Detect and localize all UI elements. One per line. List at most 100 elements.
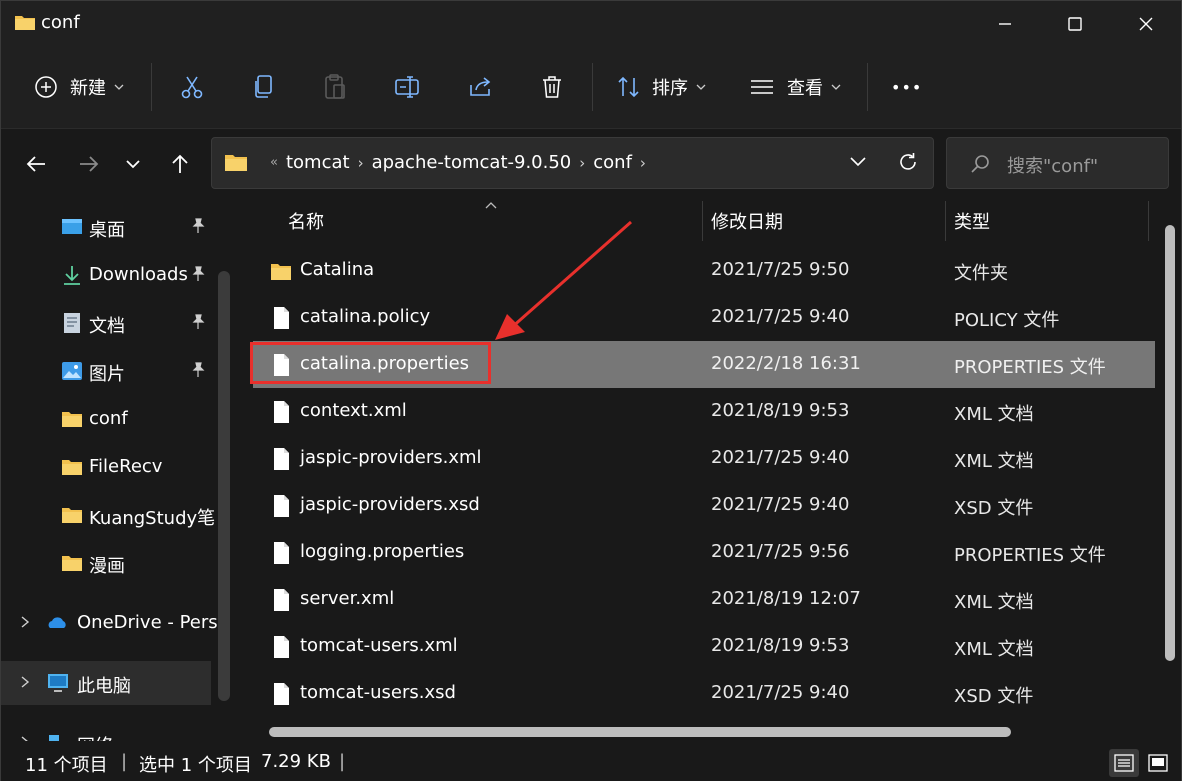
file-type: POLICY 文件: [954, 310, 1060, 331]
file-name: jaspic-providers.xml: [300, 447, 482, 468]
file-row[interactable]: tomcat-users.xml 2021/8/19 9:53 XML 文档: [253, 623, 1155, 670]
file-row[interactable]: tomcat-users.xsd 2021/7/25 9:40 XSD 文件: [253, 670, 1155, 717]
annotation-arrow: [495, 220, 632, 340]
plus-circle-icon: [35, 76, 57, 98]
up-button[interactable]: [163, 147, 197, 181]
file-date: 2021/7/25 9:40: [711, 447, 850, 468]
pin-icon[interactable]: [189, 217, 207, 235]
close-button[interactable]: [1111, 1, 1181, 47]
file-date: 2021/7/25 9:50: [711, 259, 850, 280]
paste-icon: [325, 74, 345, 99]
sidebar-scrollbar[interactable]: [218, 271, 230, 701]
file-type: XSD 文件: [954, 498, 1034, 519]
back-button[interactable]: [19, 147, 53, 181]
chevron-right-icon[interactable]: ›: [577, 154, 587, 172]
recent-locations-button[interactable]: [116, 147, 150, 181]
chevron-down-icon: [126, 160, 140, 169]
search-box[interactable]: 搜索"conf": [946, 137, 1169, 189]
sidebar-item-pictures[interactable]: 图片: [1, 349, 213, 393]
file-list: 名称 修改日期 类型 Catalina 2021/7/25 9:50 文件夹 c…: [241, 199, 1181, 741]
sidebar-item-kuangstudy[interactable]: KuangStudy笔: [1, 493, 215, 537]
search-icon: [971, 155, 989, 173]
file-row[interactable]: catalina.policy 2021/7/25 9:40 POLICY 文件: [253, 294, 1155, 341]
file-name: catalina.policy: [300, 306, 431, 327]
sidebar-item-label: conf: [89, 408, 128, 429]
title-bar: conf: [1, 1, 1181, 47]
file-row[interactable]: Catalina 2021/7/25 9:50 文件夹: [253, 247, 1155, 294]
sidebar-item-conf[interactable]: conf: [1, 397, 213, 441]
paste-button[interactable]: [323, 67, 347, 107]
file-date: 2021/7/25 9:40: [711, 306, 850, 327]
folder-icon: [62, 556, 82, 571]
copy-button[interactable]: [252, 67, 276, 107]
minimize-button[interactable]: [970, 1, 1040, 47]
chevron-right-icon[interactable]: ›: [356, 154, 366, 172]
view-button[interactable]: 查看: [749, 67, 841, 107]
file-row[interactable]: server.xml 2021/8/19 12:07 XML 文档: [253, 576, 1155, 623]
folder-icon: [271, 264, 291, 280]
file-row[interactable]: jaspic-providers.xsd 2021/7/25 9:40 XSD …: [253, 482, 1155, 529]
pin-icon[interactable]: [189, 313, 207, 331]
file-type: PROPERTIES 文件: [954, 545, 1106, 566]
refresh-icon[interactable]: [897, 151, 919, 173]
sort-button[interactable]: 排序: [616, 67, 706, 107]
breadcrumb-apache-tomcat[interactable]: apache-tomcat-9.0.50: [366, 152, 578, 173]
delete-button[interactable]: [540, 67, 564, 107]
pin-icon[interactable]: [189, 265, 207, 283]
details-view-icon: [1114, 754, 1134, 772]
file-list-horizontal-scrollbar[interactable]: [269, 727, 1011, 737]
sidebar-item-documents[interactable]: 文档: [1, 301, 213, 345]
document-icon: [64, 313, 80, 333]
sidebar-item-manga[interactable]: 漫画: [1, 541, 213, 585]
column-header-type[interactable]: 类型: [954, 199, 990, 243]
sidebar-item-filerecv[interactable]: FileRecv: [1, 445, 213, 489]
search-input[interactable]: 搜索"conf": [1007, 152, 1098, 178]
rename-button[interactable]: [394, 67, 422, 107]
list-view-icon: [751, 80, 773, 94]
file-row[interactable]: context.xml 2021/8/19 9:53 XML 文档: [253, 388, 1155, 435]
file-name: Catalina: [300, 259, 375, 280]
sidebar-item-desktop[interactable]: 桌面: [1, 205, 213, 249]
tiles-view-button[interactable]: [1143, 749, 1173, 777]
pin-icon[interactable]: [189, 361, 207, 379]
file-row[interactable]: logging.properties 2021/7/25 9:56 PROPER…: [253, 529, 1155, 576]
sidebar-item-this-pc[interactable]: 此电脑: [1, 661, 211, 705]
folder-icon: [62, 508, 82, 523]
address-history-chevron-icon[interactable]: [849, 156, 867, 168]
forward-button[interactable]: [72, 147, 106, 181]
file-list-vertical-scrollbar[interactable]: [1165, 225, 1175, 661]
breadcrumb-tomcat[interactable]: tomcat: [280, 152, 356, 173]
chevron-right-icon[interactable]: [19, 675, 31, 689]
new-button-label: 新建: [70, 78, 106, 99]
sidebar-item-label: 漫画: [89, 556, 125, 577]
new-button[interactable]: 新建: [34, 67, 124, 107]
maximize-button[interactable]: [1040, 1, 1110, 47]
file-row[interactable]: jaspic-providers.xml 2021/7/25 9:40 XML …: [253, 435, 1155, 482]
sidebar-item-onedrive[interactable]: OneDrive - Pers: [1, 601, 218, 645]
sidebar-item-network[interactable]: 网络: [1, 721, 213, 741]
address-bar[interactable]: « tomcat › apache-tomcat-9.0.50 › conf ›: [211, 137, 934, 189]
folder-icon: [62, 460, 82, 475]
share-icon: [470, 77, 491, 96]
file-icon: [274, 307, 289, 329]
details-view-button[interactable]: [1109, 749, 1139, 777]
chevron-right-icon[interactable]: [19, 615, 31, 629]
column-header-name[interactable]: 名称: [288, 199, 324, 243]
column-header-date[interactable]: 修改日期: [711, 199, 783, 243]
window-title: conf: [41, 12, 80, 33]
computer-icon: [48, 674, 68, 692]
sidebar-item-downloads[interactable]: Downloads: [1, 253, 213, 297]
breadcrumb-conf[interactable]: conf: [587, 152, 638, 173]
cut-button[interactable]: [179, 67, 205, 107]
share-button[interactable]: [468, 67, 494, 107]
folder-icon: [225, 155, 247, 171]
file-type: PROPERTIES 文件: [954, 357, 1106, 378]
file-explorer-window: conf 新建 排序 查看 ••• « tomcat › apache-tomc…: [0, 0, 1182, 781]
chevron-right-icon[interactable]: ›: [638, 154, 648, 172]
file-icon: [274, 495, 289, 517]
breadcrumb-overflow[interactable]: «: [268, 155, 280, 170]
maximize-icon: [1068, 17, 1082, 31]
more-options-button[interactable]: •••: [891, 67, 922, 107]
file-date: 2021/8/19 9:53: [711, 635, 850, 656]
file-icon: [274, 401, 289, 423]
